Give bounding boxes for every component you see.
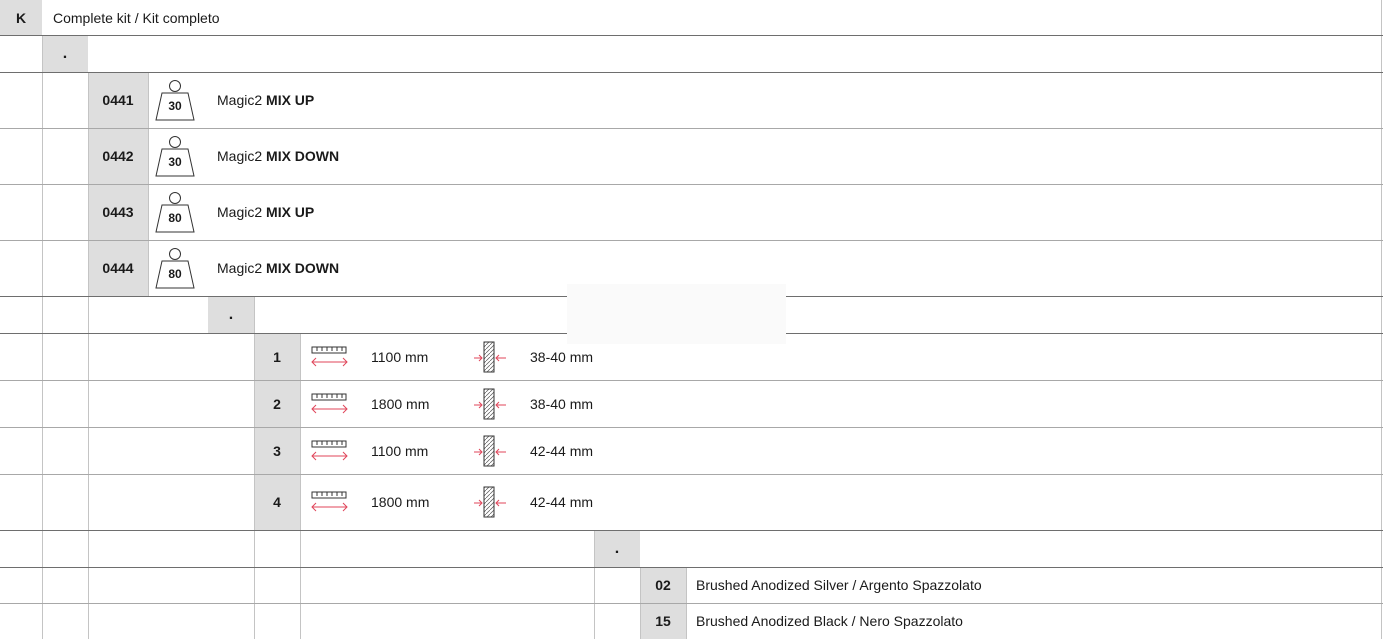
- model-variant: MIX DOWN: [266, 148, 340, 164]
- weight-icon: 30: [152, 79, 198, 121]
- size-code: 4: [254, 474, 300, 530]
- model-name: Magic2 MIX UP: [217, 184, 314, 240]
- model-brand: Magic2: [217, 260, 263, 276]
- model-code: 0442: [88, 128, 148, 184]
- finish-code: 15: [640, 603, 686, 639]
- weight-icon: 30: [152, 135, 198, 177]
- model-code: 0443: [88, 184, 148, 240]
- blank-patch: [567, 284, 786, 344]
- weight-icon: 80: [152, 191, 198, 233]
- finish-label: Brushed Anodized Black / Nero Spazzolato: [696, 613, 963, 629]
- length-ruler-icon: [311, 346, 349, 368]
- model-variant: MIX UP: [266, 204, 315, 220]
- model-brand: Magic2: [217, 148, 263, 164]
- model-code: 0441: [88, 72, 148, 128]
- section-marker-finishes: .: [594, 530, 640, 567]
- weight-value: 30: [168, 99, 182, 113]
- section-marker-models: .: [42, 35, 88, 72]
- weight-value: 30: [168, 155, 182, 169]
- model-name: Magic2 MIX UP: [217, 72, 314, 128]
- kit-code: K: [0, 0, 42, 35]
- size-thickness: 42-44 mm: [530, 442, 594, 459]
- section-marker-sizes: .: [208, 296, 254, 333]
- finish-code: 02: [640, 567, 686, 603]
- model-variant: MIX DOWN: [266, 260, 340, 276]
- door-thickness-icon: [474, 341, 510, 373]
- size-length: 1100 mm: [371, 442, 429, 459]
- size-code: 1: [254, 333, 300, 380]
- size-thickness: 38-40 mm: [530, 395, 594, 412]
- length-ruler-icon: [311, 440, 349, 462]
- door-thickness-icon: [474, 435, 510, 467]
- model-brand: Magic2: [217, 92, 263, 108]
- length-ruler-icon: [311, 491, 349, 513]
- model-brand: Magic2: [217, 204, 263, 220]
- door-thickness-icon: [474, 486, 510, 518]
- weight-value: 80: [168, 211, 182, 225]
- model-name: Magic2 MIX DOWN: [217, 240, 339, 296]
- size-thickness: 42-44 mm: [530, 494, 594, 510]
- size-code: 2: [254, 380, 300, 427]
- size-length: 1100 mm: [371, 348, 429, 365]
- finish-label: Brushed Anodized Silver / Argento Spazzo…: [696, 577, 982, 593]
- size-code: 3: [254, 427, 300, 474]
- weight-icon: 80: [152, 247, 198, 289]
- weight-value: 80: [168, 267, 182, 281]
- size-length: 1800 mm: [371, 395, 430, 412]
- model-code: 0444: [88, 240, 148, 296]
- size-length: 1800 mm: [371, 494, 430, 510]
- kit-title: Complete kit / Kit completo: [53, 9, 220, 26]
- door-thickness-icon: [474, 388, 510, 420]
- model-variant: MIX UP: [266, 92, 315, 108]
- length-ruler-icon: [311, 393, 349, 415]
- model-name: Magic2 MIX DOWN: [217, 128, 339, 184]
